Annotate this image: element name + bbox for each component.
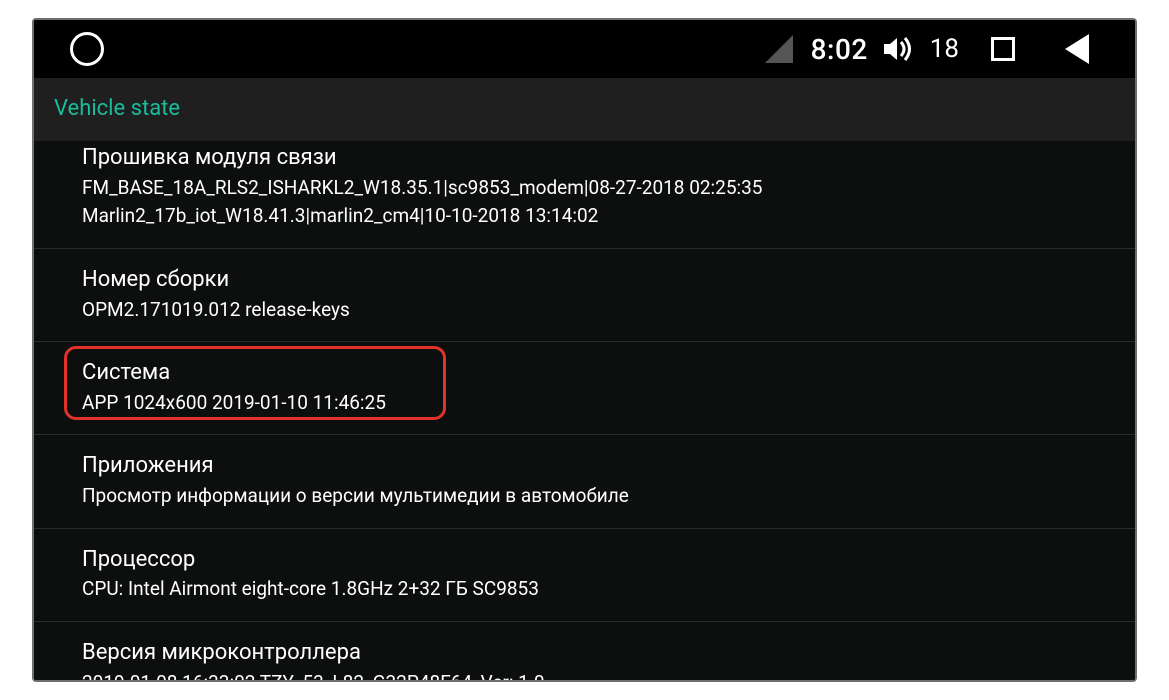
- settings-list: Прошивка модуля связи FM_BASE_18A_RLS2_I…: [34, 141, 1135, 682]
- item-title: Процессор: [82, 545, 1115, 575]
- square-icon: [991, 37, 1015, 61]
- item-sub: 2019.01.08 16:33:02 TZY_53_L82_G32P48F64…: [82, 670, 1115, 682]
- item-system[interactable]: Система APP 1024x600 2019-01-10 11:46:25: [34, 342, 1135, 435]
- recent-apps-button[interactable]: [973, 37, 1033, 61]
- item-firmware[interactable]: Прошивка модуля связи FM_BASE_18A_RLS2_I…: [34, 141, 1135, 249]
- back-triangle-icon: [1065, 34, 1089, 64]
- item-sub: OPM2.171019.012 release-keys: [82, 297, 1115, 324]
- section-header: Vehicle state: [34, 78, 1135, 141]
- signal-icon: [765, 35, 793, 63]
- item-processor[interactable]: Процессор CPU: Intel Airmont eight-core …: [34, 529, 1135, 622]
- item-sub: APP 1024x600 2019-01-10 11:46:25: [82, 390, 1115, 417]
- device-frame: 8:02 18 Vehicle state Прошивка модуля св…: [32, 18, 1137, 682]
- section-title: Vehicle state: [54, 96, 180, 121]
- item-title: Прошивка модуля связи: [82, 143, 1115, 173]
- status-clock: 8:02: [811, 33, 868, 66]
- item-build-number[interactable]: Номер сборки OPM2.171019.012 release-key…: [34, 249, 1135, 342]
- item-mcu-version[interactable]: Версия микроконтроллера 2019.01.08 16:33…: [34, 622, 1135, 682]
- status-bar: 8:02 18: [34, 20, 1135, 78]
- item-sub: Просмотр информации о версии мультимедии…: [82, 483, 1115, 510]
- item-title: Приложения: [82, 451, 1115, 481]
- item-title: Система: [82, 358, 1115, 388]
- volume-level: 18: [930, 34, 959, 64]
- volume-icon: [882, 35, 912, 63]
- back-button[interactable]: [1047, 34, 1107, 64]
- item-apps[interactable]: Приложения Просмотр информации о версии …: [34, 435, 1135, 528]
- item-title: Версия микроконтроллера: [82, 638, 1115, 668]
- item-sub: CPU: Intel Airmont eight-core 1.8GHz 2+3…: [82, 576, 1115, 603]
- item-sub: Marlin2_17b_iot_W18.41.3|marlin2_cm4|10-…: [82, 203, 1115, 230]
- home-circle-icon[interactable]: [70, 32, 104, 66]
- item-title: Номер сборки: [82, 265, 1115, 295]
- item-sub: FM_BASE_18A_RLS2_ISHARKL2_W18.35.1|sc985…: [82, 175, 1115, 202]
